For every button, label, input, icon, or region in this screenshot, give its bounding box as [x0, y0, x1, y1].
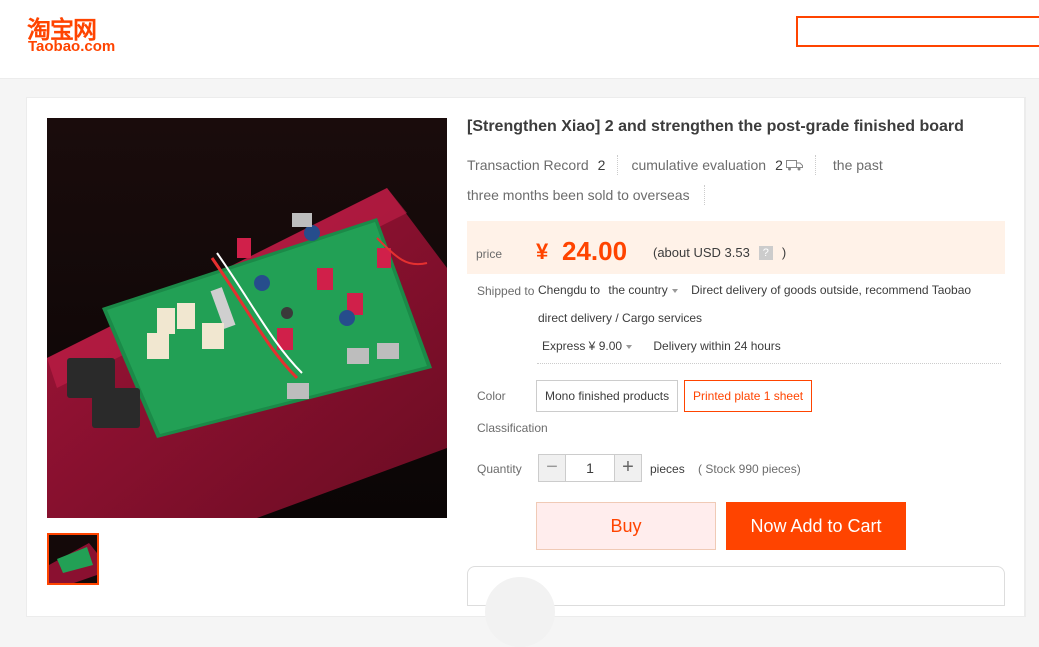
usd-price-close: ) — [781, 245, 787, 260]
shipping-note-cont: direct delivery / Cargo services — [538, 311, 703, 325]
shop-card — [467, 566, 1005, 647]
option-printed-plate[interactable]: Printed plate 1 sheet — [684, 380, 813, 412]
option-mono-finished[interactable]: Mono finished products — [536, 380, 679, 412]
ship-from: Chengdu to — [538, 283, 601, 297]
buy-button[interactable]: Buy — [536, 502, 716, 550]
price-area: price ¥ 24.00 (about USD 3.53 ? ) — [467, 221, 1005, 274]
usd-price: (about USD 3.53 ? ) — [653, 245, 786, 260]
shipping-note: Direct delivery of goods outside, recomm… — [691, 283, 972, 297]
evaluation-label: cumulative evaluation — [631, 157, 767, 173]
circuit-board-photo — [47, 118, 447, 518]
overseas-label-cont: three months been sold to overseas — [467, 187, 690, 203]
product-main-image[interactable] — [47, 118, 447, 518]
price-label: price — [476, 247, 503, 261]
delivery-time: Delivery within 24 hours — [653, 339, 781, 353]
divider — [617, 155, 619, 175]
divider — [703, 185, 706, 205]
quantity-input[interactable]: 1 — [566, 454, 614, 482]
overseas-label: the past — [832, 157, 883, 173]
quantity-label: Quantity — [477, 462, 522, 476]
transaction-count[interactable]: 2 — [598, 157, 606, 173]
destination-select[interactable]: the country — [608, 283, 678, 297]
search-box[interactable] — [796, 16, 1039, 47]
shop-avatar[interactable] — [485, 577, 555, 647]
chevron-down-icon — [626, 344, 633, 349]
currency-symbol: ¥ — [536, 239, 549, 264]
divider — [814, 155, 817, 175]
panel-divider — [1025, 97, 1026, 617]
quantity-stepper: − 1 + — [538, 454, 642, 482]
destination-label: the country — [608, 283, 668, 297]
taobao-logo-domain[interactable]: Taobao.com — [28, 38, 115, 55]
color-label: Color — [477, 389, 506, 403]
divider — [537, 363, 1001, 364]
sales-stats: Transaction Record 2 cumulative evaluati… — [467, 155, 883, 175]
help-icon[interactable]: ? — [758, 245, 773, 260]
thumbnail-image — [49, 535, 97, 583]
chevron-down-icon — [671, 288, 678, 293]
truck-icon — [785, 159, 803, 171]
top-bar: 淘宝网 Taobao.com — [0, 0, 1039, 79]
price-value: 24.00 — [562, 236, 628, 266]
shipping-method-select[interactable]: Express ¥ 9.00 — [542, 339, 633, 353]
shipping-label: Shipped to — [477, 284, 535, 298]
transaction-label: Transaction Record — [467, 157, 589, 173]
overseas-sales: three months been sold to overseas — [467, 185, 706, 205]
evaluation-count[interactable]: 2 — [775, 157, 783, 173]
quantity-unit: pieces — [650, 462, 685, 476]
usd-price-text: (about USD 3.53 — [653, 245, 750, 260]
product-title: [Strengthen Xiao] 2 and strengthen the p… — [467, 118, 964, 135]
product-thumbnail[interactable] — [47, 533, 99, 585]
search-input[interactable] — [798, 18, 1039, 45]
shipping-method: Express ¥ 9.00 — [542, 339, 623, 353]
classification-label: Classification — [477, 421, 548, 435]
decrement-button[interactable]: − — [538, 454, 566, 482]
shipping-route: Chengdu to the country Direct delivery o… — [538, 282, 971, 298]
add-to-cart-button[interactable]: Now Add to Cart — [726, 502, 906, 550]
increment-button[interactable]: + — [614, 454, 642, 482]
stock-count: ( Stock 990 pieces) — [698, 462, 801, 476]
shipping-method-row: Express ¥ 9.00 Delivery within 24 hours — [542, 338, 781, 354]
